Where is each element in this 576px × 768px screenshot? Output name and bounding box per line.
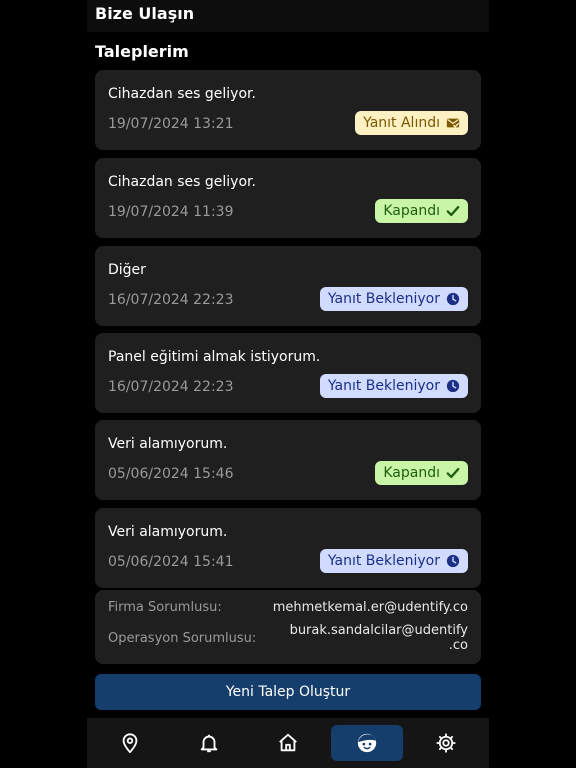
status-label: Yanıt Alındı [363, 115, 440, 131]
request-date: 16/07/2024 22:23 [108, 379, 234, 395]
bottom-nav [87, 718, 489, 768]
page-title: Bize Ulaşın [95, 4, 195, 23]
request-date: 05/06/2024 15:46 [108, 466, 234, 482]
status-label: Yanıt Bekleniyor [327, 553, 440, 569]
contact-info-panel: Firma Sorumlusu: mehmetkemal.er@udentify… [95, 590, 481, 664]
location-pin-icon [122, 733, 138, 754]
request-subject: Veri alamıyorum. [108, 436, 228, 452]
request-date: 19/07/2024 13:21 [108, 116, 234, 132]
status-label: Kapandı [383, 203, 440, 219]
gear-icon [436, 733, 456, 753]
status-badge: Kapandı [375, 199, 468, 223]
check-icon [446, 205, 460, 217]
status-badge: Yanıt Bekleniyor [319, 374, 468, 398]
nav-item-home[interactable] [252, 725, 324, 761]
nav-item-support[interactable] [331, 725, 403, 761]
status-badge: Yanıt Bekleniyor [319, 549, 468, 573]
bell-icon [200, 734, 218, 753]
request-card[interactable]: Cihazdan ses geliyor. 19/07/2024 11:39 K… [95, 158, 481, 238]
request-subject: Veri alamıyorum. [108, 524, 228, 540]
company-contact-label: Firma Sorumlusu: [108, 600, 222, 615]
operations-email-line1: burak.sandalcilar@udentify [289, 623, 468, 638]
request-card[interactable]: Panel eğitimi almak istiyorum. 16/07/202… [95, 333, 481, 413]
request-card[interactable]: Veri alamıyorum. 05/06/2024 15:41 Yanıt … [95, 508, 481, 588]
company-contact-email[interactable]: mehmetkemal.er@udentify.co [273, 600, 468, 615]
home-icon [279, 733, 297, 752]
operations-email-line2: .co [448, 638, 468, 653]
app-screen: Bize Ulaşın Taleplerim Cihazdan ses geli… [87, 0, 489, 768]
clock-icon [446, 554, 460, 568]
request-subject: Cihazdan ses geliyor. [108, 174, 256, 190]
mail-check-icon [446, 118, 460, 128]
request-subject: Cihazdan ses geliyor. [108, 86, 256, 102]
request-card[interactable]: Cihazdan ses geliyor. 19/07/2024 13:21 Y… [95, 70, 481, 150]
nav-item-location[interactable] [94, 725, 166, 761]
top-header: Bize Ulaşın [87, 0, 489, 32]
status-label: Yanıt Bekleniyor [327, 291, 440, 307]
request-card[interactable]: Diğer 16/07/2024 22:23 Yanıt Bekleniyor [95, 246, 481, 326]
clock-icon [446, 292, 460, 306]
status-label: Kapandı [383, 465, 440, 481]
operations-contact-email[interactable]: burak.sandalcilar@udentify .co [290, 623, 468, 653]
new-request-button[interactable]: Yeni Talep Oluştur [95, 674, 481, 710]
nav-item-settings[interactable] [410, 725, 482, 761]
request-card[interactable]: Veri alamıyorum. 05/06/2024 15:46 Kapand… [95, 420, 481, 500]
request-subject: Diğer [108, 262, 146, 278]
request-date: 16/07/2024 22:23 [108, 292, 234, 308]
requests-section-title: Taleplerim [95, 42, 189, 61]
support-face-icon [357, 733, 377, 753]
status-badge: Yanıt Bekleniyor [319, 287, 468, 311]
status-badge: Yanıt Alındı [355, 111, 468, 135]
check-icon [446, 467, 460, 479]
request-date: 05/06/2024 15:41 [108, 554, 234, 570]
operations-contact-label: Operasyon Sorumlusu: [108, 631, 257, 646]
request-subject: Panel eğitimi almak istiyorum. [108, 349, 321, 365]
status-badge: Kapandı [375, 461, 468, 485]
clock-icon [446, 379, 460, 393]
nav-item-notifications[interactable] [173, 725, 245, 761]
status-label: Yanıt Bekleniyor [327, 378, 440, 394]
request-date: 19/07/2024 11:39 [108, 204, 234, 220]
